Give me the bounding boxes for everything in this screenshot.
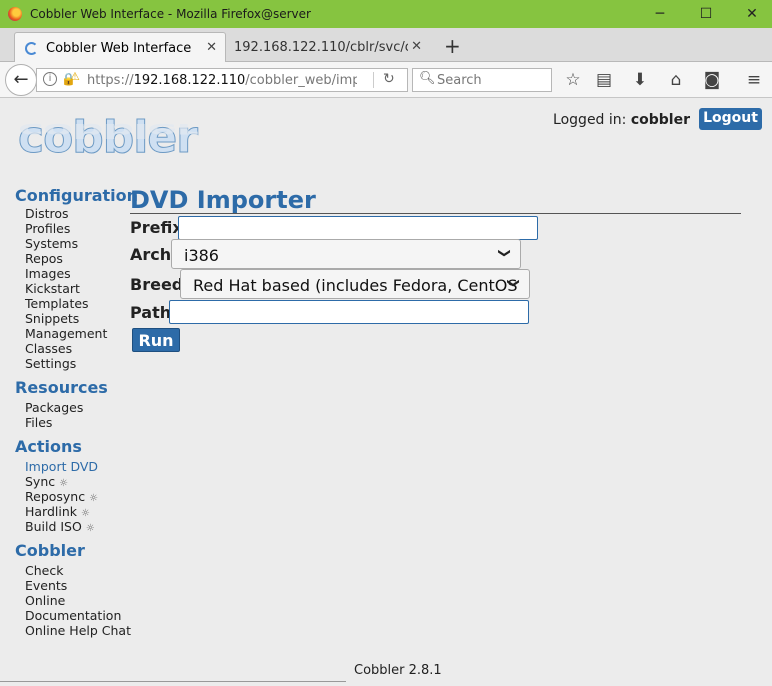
sidebar-item-hardlink[interactable]: Hardlink ☼ — [15, 504, 127, 519]
new-tab-button[interactable]: + — [444, 34, 461, 58]
sidebar-item-classes[interactable]: Classes — [15, 341, 127, 356]
url-text[interactable]: https://192.168.122.110/cobbler_web/imp — [87, 73, 357, 88]
sidebar-item-images[interactable]: Images — [15, 266, 127, 281]
arch-selected-value: i386 — [184, 246, 219, 265]
url-bar[interactable]: i 🔒 ⚠ https://192.168.122.110/cobbler_we… — [36, 68, 408, 92]
breed-label: Breed — [130, 275, 184, 294]
sidebar-section-cobbler: Cobbler — [15, 541, 85, 560]
sidebar-item-documentation[interactable]: Documentation — [15, 608, 127, 623]
prefix-input[interactable] — [178, 216, 538, 240]
firefox-icon — [8, 7, 22, 21]
home-icon[interactable]: ⌂ — [665, 70, 687, 90]
sidebar-item-build-iso[interactable]: Build ISO ☼ — [15, 519, 127, 534]
tab-cobbler-web-interface[interactable]: Cobbler Web Interface ✕ — [14, 32, 226, 62]
arch-label: Arch — [130, 245, 172, 264]
pocket-icon[interactable]: ◙ — [701, 70, 723, 90]
sidebar-item-online[interactable]: Online — [15, 593, 127, 608]
maximize-button[interactable]: ☐ — [696, 4, 716, 24]
sidebar-item-distros[interactable]: Distros — [15, 206, 127, 221]
url-separator — [373, 72, 374, 88]
close-tab-icon[interactable]: ✕ — [411, 39, 422, 54]
logged-in-status: Logged in: cobbler — [553, 112, 690, 128]
sidebar-section-resources: Resources — [15, 378, 108, 397]
close-window-button[interactable]: ✕ — [742, 4, 762, 24]
page-body: cobbler cobbler Logged in: cobbler Logou… — [0, 98, 772, 686]
gear-icon: ☼ — [85, 523, 95, 534]
breed-select[interactable]: Red Hat based (includes Fedora, CentOS ❯ — [180, 269, 530, 299]
sidebar-item-systems[interactable]: Systems — [15, 236, 127, 251]
sidebar-item-kickstart[interactable]: Kickstart — [15, 281, 127, 296]
sidebar-section-actions: Actions — [15, 437, 82, 456]
chevron-down-icon: ❯ — [497, 247, 512, 259]
window-title: Cobbler Web Interface - Mozilla Firefox@… — [30, 7, 311, 21]
sidebar-item-events[interactable]: Events — [15, 578, 127, 593]
sidebar-item-templates[interactable]: Templates — [15, 296, 127, 311]
warning-icon: ⚠ — [70, 70, 80, 83]
gear-icon: ☼ — [81, 508, 90, 519]
back-button[interactable]: ← — [5, 64, 37, 96]
sidebar-item-sync[interactable]: Sync ☼ — [15, 474, 127, 489]
sidebar-item-import-dvd[interactable]: Import DVD — [15, 459, 127, 474]
loading-spinner-icon — [25, 42, 38, 55]
version-footer: Cobbler 2.8.1 — [354, 663, 442, 678]
search-input[interactable]: 🔍︎ Search — [412, 68, 552, 92]
gear-icon: ☼ — [59, 478, 69, 489]
reload-icon[interactable]: ↻ — [383, 71, 395, 87]
menu-icon[interactable]: ≡ — [743, 70, 765, 90]
tab-cblr-svc[interactable]: 192.168.122.110/cblr/svc/op ✕ — [228, 32, 430, 62]
sidebar-item-repos[interactable]: Repos — [15, 251, 127, 266]
username: cobbler — [630, 112, 690, 128]
run-button[interactable]: Run — [132, 328, 180, 352]
chevron-down-icon: ❯ — [506, 277, 521, 289]
navigation-toolbar: ← i 🔒 ⚠ https://192.168.122.110/cobbler_… — [0, 62, 772, 98]
search-placeholder: Search — [437, 73, 482, 88]
close-tab-icon[interactable]: ✕ — [206, 40, 217, 55]
sidebar-item-management[interactable]: Management — [15, 326, 127, 341]
gear-icon: ☼ — [89, 493, 99, 504]
breed-selected-value: Red Hat based (includes Fedora, CentOS — [193, 276, 518, 295]
search-icon: 🔍︎ — [419, 71, 436, 86]
info-icon[interactable]: i — [43, 72, 57, 86]
window-titlebar: Cobbler Web Interface - Mozilla Firefox@… — [0, 0, 772, 28]
page-title: DVD Importer — [130, 186, 741, 214]
tab-bar: Cobbler Web Interface ✕ 192.168.122.110/… — [0, 28, 772, 62]
path-input[interactable] — [169, 300, 529, 324]
star-icon[interactable]: ☆ — [562, 70, 584, 90]
sidebar-item-files[interactable]: Files — [15, 415, 127, 430]
dvd-importer-form: DVD Importer Prefix Arch i386 ❯ Breed Re… — [130, 186, 741, 352]
reading-list-icon[interactable]: ▤ — [593, 70, 615, 90]
path-label: Path — [130, 303, 172, 322]
logout-button[interactable]: Logout — [699, 108, 762, 130]
download-icon[interactable]: ⬇ — [629, 70, 651, 90]
sidebar-item-reposync[interactable]: Reposync ☼ — [15, 489, 127, 504]
cobbler-logo[interactable]: cobbler cobbler — [18, 110, 199, 172]
sidebar-item-online-help-chat[interactable]: Online Help Chat — [15, 623, 131, 638]
tab-label: 192.168.122.110/cblr/svc/op — [234, 40, 408, 55]
sidebar-item-check[interactable]: Check — [15, 563, 127, 578]
minimize-button[interactable]: ─ — [650, 4, 670, 24]
sidebar: Configuration Distros Profiles Systems R… — [15, 186, 139, 638]
sidebar-item-packages[interactable]: Packages — [15, 400, 127, 415]
arch-select[interactable]: i386 ❯ — [171, 239, 521, 269]
tab-label: Cobbler Web Interface — [46, 41, 192, 56]
sidebar-item-settings[interactable]: Settings — [15, 356, 127, 371]
horizontal-scrollbar[interactable] — [0, 681, 346, 684]
prefix-label: Prefix — [130, 218, 183, 237]
sidebar-item-profiles[interactable]: Profiles — [15, 221, 127, 236]
sidebar-section-configuration: Configuration — [15, 186, 139, 205]
sidebar-item-snippets[interactable]: Snippets — [15, 311, 127, 326]
